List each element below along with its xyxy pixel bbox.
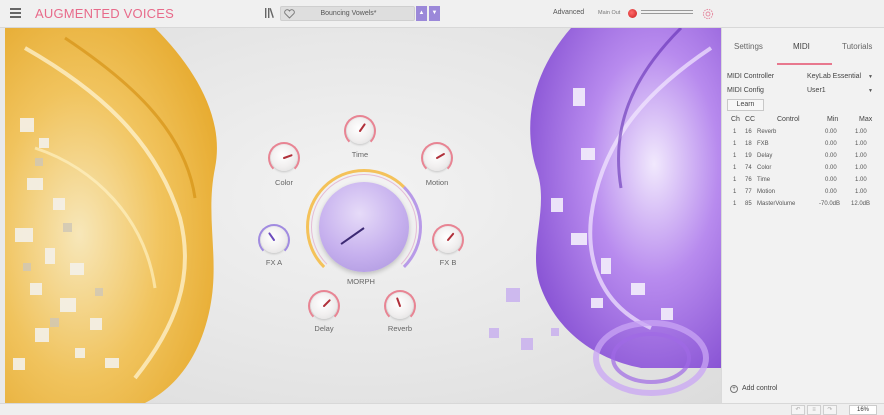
cell-ch: 1 (733, 201, 737, 207)
cell-ch: 1 (733, 129, 737, 135)
main-out-knob[interactable] (628, 9, 637, 18)
motion-knob[interactable] (421, 142, 453, 174)
cell-min: 0.00 (825, 153, 837, 159)
column-header-control: Control (777, 116, 800, 123)
table-row[interactable]: 1 77 Motion 0.00 1.00 (722, 188, 884, 199)
tab-settings[interactable]: Settings (734, 42, 763, 51)
cell-ch: 1 (733, 153, 737, 159)
midi-controller-label: MIDI Controller (727, 73, 775, 80)
cell-min: 0.00 (825, 141, 837, 147)
morph-knob[interactable] (319, 182, 409, 272)
morph-label: MORPH (347, 277, 375, 286)
cell-max: 1.00 (855, 141, 867, 147)
cell-control: Reverb (757, 129, 777, 135)
cell-control: Motion (757, 189, 776, 195)
side-panel: Settings MIDI Tutorials MIDI Controller … (721, 28, 884, 403)
cell-cc: 74 (745, 165, 752, 171)
plus-icon: + (730, 385, 738, 393)
bottom-bar: ↶ ≡ ↷ 16% (0, 403, 884, 415)
reverb-knob[interactable] (384, 290, 416, 322)
gold-face-artwork (5, 28, 217, 403)
main-out-label: Main Out (598, 10, 621, 16)
cell-max: 1.00 (855, 153, 867, 159)
redo-icon[interactable]: ↷ (823, 405, 837, 415)
purple-face-artwork (489, 28, 721, 396)
column-header-ch: Ch (731, 116, 740, 123)
top-bar: AUGMENTED VOICES Bouncing Vowels* ▲ ▼ Ad… (0, 0, 884, 28)
cell-cc: 16 (745, 129, 752, 135)
column-header-max: Max (859, 116, 873, 123)
cell-max: 12.0dB (851, 201, 871, 207)
chevron-down-icon[interactable]: ▼ (868, 88, 873, 94)
table-row[interactable]: 1 19 Delay 0.00 1.00 (722, 152, 884, 163)
zoom-level[interactable]: 16% (849, 405, 877, 415)
gear-icon[interactable] (702, 8, 714, 20)
add-control-label: Add control (742, 385, 778, 392)
midi-config-label: MIDI Config (727, 87, 764, 94)
midi-controller-select[interactable]: KeyLab Essential (807, 73, 861, 80)
table-row[interactable]: 1 76 Time 0.00 1.00 (722, 176, 884, 187)
table-row[interactable]: 1 16 Reverb 0.00 1.00 (722, 128, 884, 139)
preset-name: Bouncing Vowels* (320, 10, 377, 17)
cell-max: 1.00 (855, 189, 867, 195)
cell-max: 1.00 (855, 165, 867, 171)
cell-ch: 1 (733, 165, 737, 171)
cell-cc: 77 (745, 189, 752, 195)
cell-ch: 1 (733, 141, 737, 147)
reverb-label: Reverb (387, 324, 413, 333)
cell-min: 0.00 (825, 165, 837, 171)
fx-b-knob[interactable] (432, 224, 464, 256)
cell-control: Delay (757, 153, 773, 159)
previous-preset-button[interactable]: ▲ (416, 6, 427, 21)
library-icon[interactable] (264, 7, 276, 19)
cell-min: 0.00 (825, 129, 837, 135)
column-header-cc: CC (745, 116, 756, 123)
table-row[interactable]: 1 74 Color 0.00 1.00 (722, 164, 884, 175)
column-header-min: Min (827, 116, 839, 123)
learn-button[interactable]: Learn (727, 99, 764, 111)
fx-a-label: FX A (265, 258, 283, 267)
tab-midi[interactable]: MIDI (793, 42, 810, 51)
color-label: Color (275, 178, 293, 187)
table-row[interactable]: 1 18 FXB 0.00 1.00 (722, 140, 884, 151)
cell-control: FXB (757, 141, 769, 147)
cell-min: 0.00 (825, 177, 837, 183)
cell-ch: 1 (733, 177, 737, 183)
cell-cc: 19 (745, 153, 752, 159)
cell-max: 1.00 (855, 177, 867, 183)
history-icon[interactable]: ≡ (807, 405, 821, 415)
cell-control: MasterVolume (757, 201, 796, 207)
next-preset-button[interactable]: ▼ (429, 6, 440, 21)
cell-control: Time (757, 177, 771, 183)
main-stage: Time Color Motion FX A FX B MORPH Delay … (5, 28, 721, 403)
chevron-down-icon[interactable]: ▼ (868, 74, 873, 80)
main-out-slider[interactable] (641, 10, 693, 17)
cell-ch: 1 (733, 189, 737, 195)
cell-min: 0.00 (825, 189, 837, 195)
color-knob[interactable] (268, 142, 300, 174)
cell-min: -70.0dB (819, 201, 841, 207)
delay-label: Delay (314, 324, 334, 333)
fx-a-knob[interactable] (258, 224, 290, 256)
cell-cc: 76 (745, 177, 752, 183)
time-knob[interactable] (344, 115, 376, 147)
preset-selector[interactable]: Bouncing Vowels* (280, 6, 415, 21)
tab-tutorials[interactable]: Tutorials (842, 42, 872, 51)
delay-knob[interactable] (308, 290, 340, 322)
fx-b-label: FX B (439, 258, 457, 267)
midi-config-select[interactable]: User1 (807, 87, 826, 94)
cell-max: 1.00 (855, 129, 867, 135)
cell-cc: 85 (745, 201, 752, 207)
app-title: AUGMENTED VOICES (35, 6, 174, 21)
undo-icon[interactable]: ↶ (791, 405, 805, 415)
motion-label: Motion (425, 178, 449, 187)
cell-control: Color (757, 165, 772, 171)
advanced-button[interactable]: Advanced (553, 9, 584, 16)
time-label: Time (351, 150, 369, 159)
table-row[interactable]: 1 85 MasterVolume -70.0dB 12.0dB (722, 200, 884, 211)
cell-cc: 18 (745, 141, 752, 147)
menu-icon[interactable] (10, 8, 21, 18)
active-tab-indicator (777, 63, 832, 65)
